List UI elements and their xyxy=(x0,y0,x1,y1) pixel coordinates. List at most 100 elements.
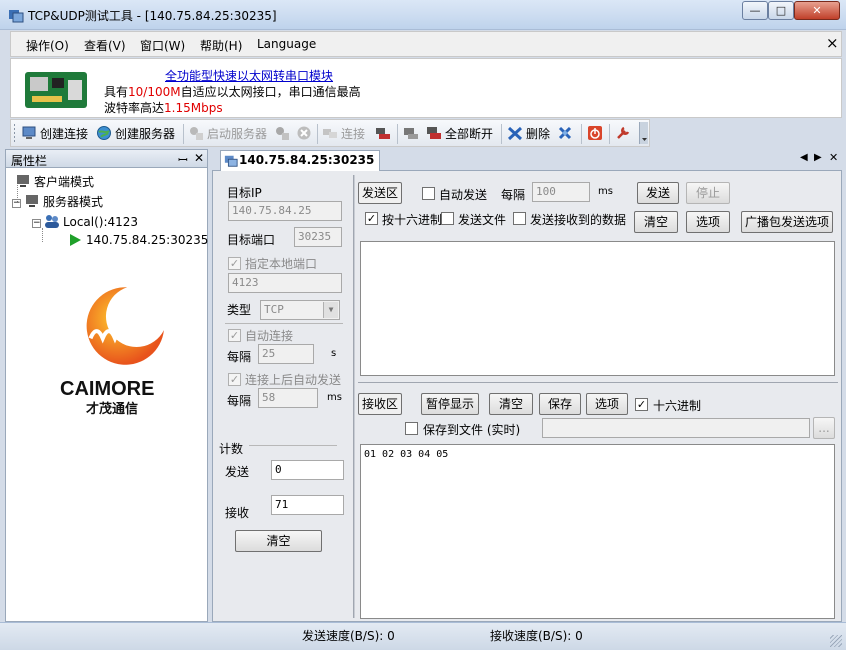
send-file-label: 发送文件 xyxy=(458,213,507,227)
menu-view[interactable]: 查看(V) xyxy=(84,37,126,54)
maximize-button[interactable]: □ xyxy=(768,1,794,20)
save-button[interactable]: 保存 xyxy=(539,393,581,415)
cancel-server-button[interactable] xyxy=(296,125,315,143)
connect-button[interactable]: 连接 xyxy=(322,125,365,143)
tree-item-connection[interactable]: 140.75.84.25:30235 xyxy=(54,233,208,247)
properties-panel: 属性栏 ꟷ ✕ 客户端模式 − 服务器模式 − Local():4123 140.7… xyxy=(5,149,208,622)
pin-icon[interactable]: ꟷ xyxy=(178,151,188,168)
banner-text: 波特率高达 xyxy=(104,101,165,115)
start-server-button[interactable]: 启动服务器 xyxy=(188,125,267,143)
delete-icon xyxy=(507,126,523,141)
collapse-toggle-icon[interactable]: − xyxy=(12,199,21,208)
stop-server-button[interactable] xyxy=(274,125,293,143)
delete-all-button[interactable] xyxy=(557,125,576,143)
save-to-file-label: 保存到文件 (实时) xyxy=(423,423,521,437)
send-received-checkbox[interactable] xyxy=(513,212,526,225)
receive-hex-label: 十六进制 xyxy=(653,399,702,413)
save-file-path-field[interactable] xyxy=(542,418,810,438)
banner-ad[interactable]: 全功能型快速以太网转串口模块 具有10/100M自适应以太网接口，串口通信最高 … xyxy=(10,58,842,118)
resize-grip[interactable] xyxy=(830,635,842,647)
auto-connect-label: 自动连接 xyxy=(245,329,294,343)
auto-send-after-connect-checkbox[interactable]: ✓ xyxy=(228,373,241,386)
counter-title: 计数 xyxy=(219,442,244,456)
receive-clear-button[interactable]: 清空 xyxy=(489,393,533,415)
power-button[interactable] xyxy=(587,125,606,143)
tab-close-button[interactable]: ✕ xyxy=(829,151,838,164)
specify-local-port-checkbox[interactable]: ✓ xyxy=(228,257,241,270)
computer-icon xyxy=(26,195,38,207)
local-port-field[interactable]: 4123 xyxy=(228,273,342,293)
wrench-icon xyxy=(617,126,630,139)
create-connection-button[interactable]: 创建连接 xyxy=(21,125,88,143)
stop-button[interactable]: 停止 xyxy=(686,182,730,204)
send-interval-unit: ms xyxy=(598,186,613,197)
every2-label: 每隔 xyxy=(227,394,252,408)
counter-send-field[interactable]: 0 xyxy=(271,460,344,480)
menu-language[interactable]: Language xyxy=(257,37,316,51)
send-clear-button[interactable]: 清空 xyxy=(634,211,678,233)
save-to-file-checkbox[interactable] xyxy=(405,422,418,435)
toolbar-separator xyxy=(501,124,502,144)
counter-recv-label: 接收 xyxy=(225,506,250,520)
tab-scroll-right-icon[interactable]: ▶ xyxy=(814,152,822,163)
title-bar: TCP&UDP测试工具 - [140.75.84.25:30235] — □ ✕ xyxy=(0,0,846,30)
menu-help[interactable]: 帮助(H) xyxy=(200,37,242,54)
receive-options-button[interactable]: 选项 xyxy=(586,393,628,415)
local-port-label: 指定本地端口 xyxy=(245,257,318,271)
broadcast-options-button[interactable]: 广播包发送选项 xyxy=(741,211,833,233)
close-document-button[interactable]: × xyxy=(826,34,839,52)
disconnect-button[interactable] xyxy=(375,125,394,143)
send-file-checkbox[interactable] xyxy=(441,212,454,225)
tree-item-local[interactable]: − Local():4123 xyxy=(32,213,138,229)
close-window-button[interactable]: ✕ xyxy=(794,1,840,20)
toolbar-separator xyxy=(317,124,318,144)
send-hex-checkbox[interactable]: ✓ xyxy=(365,212,378,225)
create-server-button[interactable]: 创建服务器 xyxy=(96,125,175,143)
send-textarea[interactable] xyxy=(360,241,835,376)
pause-display-button[interactable]: 暂停显示 xyxy=(421,393,479,415)
disconnect-single-button[interactable] xyxy=(403,125,422,143)
menu-operate[interactable]: 操作(O) xyxy=(26,37,69,54)
target-port-field[interactable]: 30235 xyxy=(294,227,342,247)
auto-connect-checkbox[interactable]: ✓ xyxy=(228,329,241,342)
tab-scroll-left-icon[interactable]: ◀ xyxy=(800,152,808,163)
toolbar-overflow-button[interactable] xyxy=(639,122,648,144)
browse-button[interactable]: ... xyxy=(813,417,835,439)
menu-window[interactable]: 窗口(W) xyxy=(140,37,185,54)
reconnect-interval-field[interactable]: 25 xyxy=(258,344,314,364)
auto-send-interval-field[interactable]: 58 xyxy=(258,388,318,408)
tree-item-client[interactable]: 客户端模式 xyxy=(15,173,94,190)
network-icon xyxy=(404,128,418,139)
receive-textarea[interactable]: 01 02 03 04 05 xyxy=(360,444,835,619)
send-button[interactable]: 发送 xyxy=(637,182,679,204)
auto-send-checkbox[interactable] xyxy=(422,187,435,200)
splitter[interactable] xyxy=(358,382,838,384)
type-select[interactable]: TCP ▼ xyxy=(260,300,340,320)
counter-recv-field[interactable]: 71 xyxy=(271,495,344,515)
toolbar-separator xyxy=(397,124,398,144)
counter-clear-button[interactable]: 清空 xyxy=(235,530,322,552)
send-interval-field[interactable]: 100 xyxy=(532,182,590,202)
disconnect-all-label: 全部断开 xyxy=(445,127,494,141)
tab-connection[interactable]: 140.75.84.25:30235 xyxy=(220,150,380,171)
delete-button[interactable]: 删除 xyxy=(507,125,550,143)
minimize-button[interactable]: — xyxy=(742,1,768,20)
tool-button[interactable] xyxy=(615,125,634,143)
tree-label: 客户端模式 xyxy=(34,175,95,189)
target-ip-field[interactable]: 140.75.84.25 xyxy=(228,201,342,221)
cancel-icon xyxy=(297,126,311,140)
collapse-toggle-icon[interactable]: − xyxy=(32,219,41,228)
disconnect-all-button[interactable]: 全部断开 xyxy=(426,125,493,143)
send-options-button[interactable]: 选项 xyxy=(686,211,730,233)
close-panel-button[interactable]: ✕ xyxy=(194,151,204,165)
toolbar-separator xyxy=(609,124,610,144)
send-speed-status: 发送速度(B/S): 0 xyxy=(302,629,395,643)
toolbar-grip[interactable] xyxy=(14,124,15,144)
banner-link[interactable]: 全功能型快速以太网转串口模块 xyxy=(165,67,333,84)
computer-icon xyxy=(17,175,29,187)
computer-icon xyxy=(22,126,36,139)
settings-column: 目标IP 140.75.84.25 目标端口 30235 ✓ 指定本地端口 41… xyxy=(217,175,347,618)
receive-hex-checkbox[interactable]: ✓ xyxy=(635,398,648,411)
tree-item-server[interactable]: − 服务器模式 xyxy=(12,193,103,210)
toolbar: 创建连接 创建服务器 启动服务器 连接 全部断开 删除 xyxy=(10,119,650,147)
